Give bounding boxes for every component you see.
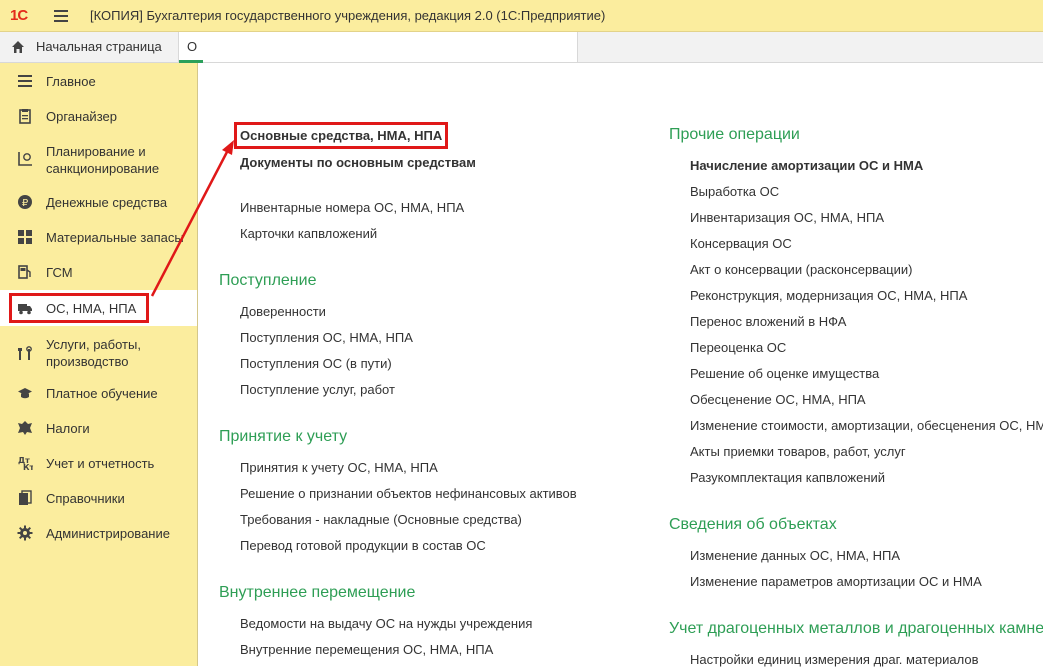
sidebar-item-services[interactable]: Услуги, работы, производство [0, 334, 197, 374]
link-item[interactable]: Разукомплектация капвложений [690, 470, 885, 485]
sidebar-item-label: Налоги [46, 421, 90, 436]
sidebar-item-label: Учет и отчетность [46, 456, 155, 471]
sidebar-item-directories[interactable]: Справочники [0, 486, 197, 510]
dt-kt-icon: Дт Кт [18, 456, 33, 471]
sidebar-item-fuel[interactable]: ГСМ [0, 260, 197, 284]
sections-sidebar: Главное Органайзер Планирование и санкци… [0, 63, 198, 666]
link-item[interactable]: Поступления ОС, НМА, НПА [240, 330, 413, 345]
link-item[interactable]: Акты приемки товаров, работ, услуг [690, 444, 906, 459]
graduation-cap-icon [18, 388, 32, 399]
sidebar-item-money[interactable]: ₽ Денежные средства [0, 190, 197, 214]
link-item[interactable]: Консервация ОС [690, 236, 792, 251]
link-capital-investment-cards[interactable]: Карточки капвложений [240, 226, 377, 241]
link-fixed-assets-documents[interactable]: Документы по основным средствам [240, 155, 476, 170]
link-item[interactable]: Требования - накладные (Основные средств… [240, 512, 522, 527]
link-item[interactable]: Доверенности [240, 304, 326, 319]
sidebar-item-main[interactable]: Главное [0, 69, 197, 93]
gear-icon [17, 525, 33, 541]
sidebar-item-taxes[interactable]: Налоги [0, 416, 197, 440]
link-item[interactable]: Принятия к учету ОС, НМА, НПА [240, 460, 438, 475]
link-item[interactable]: Поступления ОС (в пути) [240, 356, 392, 371]
sidebar-item-label: Главное [46, 74, 96, 89]
highlight-box-sidebar-item [9, 293, 149, 323]
link-item[interactable]: Решение об оценке имущества [690, 366, 879, 381]
emblem-icon [18, 421, 32, 435]
sidebar-item-label: Услуги, работы, производство [46, 337, 141, 369]
title-bar: 1С [КОПИЯ] Бухгалтерия государственного … [0, 0, 1043, 32]
clipboard-icon [19, 109, 31, 124]
sidebar-item-label: Денежные средства [46, 195, 168, 210]
link-item[interactable]: Изменение стоимости, амортизации, обесце… [690, 418, 1043, 433]
svg-text:Кт: Кт [23, 463, 33, 471]
home-icon [12, 41, 24, 53]
ruble-coin-icon: ₽ [18, 195, 32, 209]
link-item[interactable]: Изменение параметров амортизации ОС и НМ… [690, 574, 982, 589]
tab-current-section[interactable]: О [178, 32, 578, 63]
sidebar-item-label: Платное обучение [46, 386, 158, 401]
menu-lines-icon [18, 75, 32, 87]
planning-icon [18, 152, 32, 166]
sidebar-item-organizer[interactable]: Органайзер [0, 104, 197, 128]
section-title-receipt: Поступление [219, 272, 317, 289]
link-item[interactable]: Поступление услуг, работ [240, 382, 395, 397]
tabs-bar: Начальная страница О [0, 32, 1043, 63]
section-title-precious-metals: Учет драгоценных металлов и драгоценных … [669, 620, 1043, 637]
link-item[interactable]: Реконструкция, модернизация ОС, НМА, НПА [690, 288, 967, 303]
tools-icon [18, 346, 32, 360]
sidebar-item-label: Органайзер [46, 109, 117, 124]
section-title-other-operations: Прочие операции [669, 126, 800, 143]
link-item[interactable]: Выработка ОС [690, 184, 779, 199]
books-icon [19, 490, 32, 505]
sidebar-item-planning[interactable]: Планирование и санкционирование [0, 139, 197, 179]
sidebar-item-inventory[interactable]: Материальные запасы [0, 225, 197, 249]
tab-current-label: О [187, 39, 198, 54]
section-title-internal-transfer: Внутреннее перемещение [219, 584, 416, 601]
sidebar-item-accounting[interactable]: Дт Кт Учет и отчетность [0, 451, 197, 475]
link-item[interactable]: Внутренние перемещения ОС, НМА, НПА [240, 642, 493, 657]
sidebar-item-label: Справочники [46, 491, 125, 506]
sidebar-item-label: Администрирование [46, 526, 170, 541]
link-item[interactable]: Перевод готовой продукции в состав ОС [240, 538, 486, 553]
sidebar-item-administration[interactable]: Администрирование [0, 521, 197, 545]
section-title-acceptance: Принятие к учету [219, 428, 348, 445]
link-item[interactable]: Ведомости на выдачу ОС на нужды учрежден… [240, 616, 532, 631]
tab-home-label: Начальная страница [36, 39, 162, 54]
link-inventory-numbers[interactable]: Инвентарные номера ОС, НМА, НПА [240, 200, 464, 215]
highlight-box-fixed-assets-link [234, 122, 448, 149]
link-item[interactable]: Перенос вложений в НФА [690, 314, 846, 329]
link-item[interactable]: Изменение данных ОС, НМА, НПА [690, 548, 900, 563]
sidebar-item-label: Планирование и санкционирование [46, 144, 160, 176]
window-title: [КОПИЯ] Бухгалтерия государственного учр… [90, 8, 606, 23]
sidebar-item-label: ГСМ [46, 265, 73, 280]
section-title-object-info: Сведения об объектах [669, 516, 837, 533]
tab-home[interactable]: Начальная страница [0, 32, 176, 62]
fuel-icon [18, 265, 31, 279]
link-item[interactable]: Решение о признании объектов нефинансовы… [240, 486, 577, 501]
link-item[interactable]: Акт о консервации (расконсервации) [690, 262, 912, 277]
link-item[interactable]: Настройки единиц измерения драг. материа… [690, 652, 979, 667]
sidebar-item-label: Материальные запасы [46, 230, 184, 245]
sidebar-item-paid-education[interactable]: Платное обучение [0, 381, 197, 405]
link-item[interactable]: Обесценение ОС, НМА, НПА [690, 392, 866, 407]
app-logo: 1С [10, 7, 28, 24]
link-item[interactable]: Инвентаризация ОС, НМА, НПА [690, 210, 884, 225]
grid-icon [18, 230, 32, 244]
svg-text:₽: ₽ [22, 198, 29, 209]
link-item[interactable]: Переоценка ОС [690, 340, 786, 355]
link-item[interactable]: Начисление амортизации ОС и НМА [690, 158, 923, 173]
main-menu-icon[interactable] [54, 10, 68, 22]
